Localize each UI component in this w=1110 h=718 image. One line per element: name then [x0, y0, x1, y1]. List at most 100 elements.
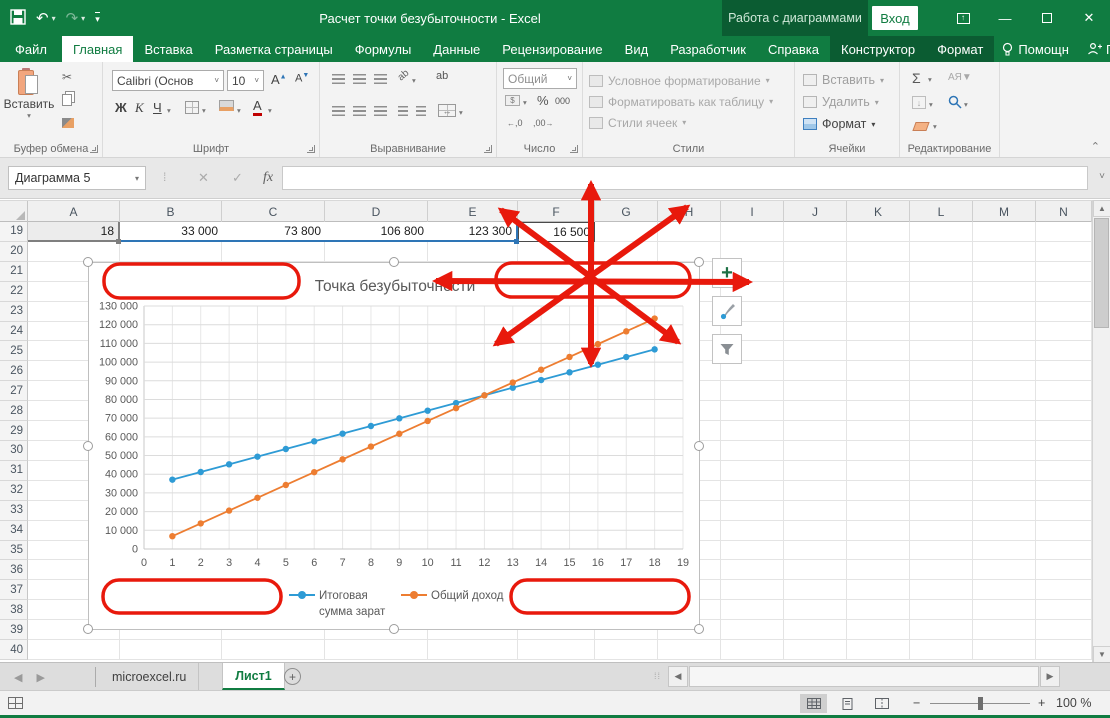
row-header-20[interactable]: 20 [0, 242, 28, 262]
insert-function-icon[interactable]: fx [263, 166, 273, 190]
align-top-icon[interactable] [332, 74, 345, 84]
sheet-tab-microexcel.ru[interactable]: microexcel.ru [100, 663, 199, 690]
row-header-24[interactable]: 24 [0, 322, 28, 342]
row-header-26[interactable]: 26 [0, 361, 28, 381]
cell-A19[interactable]: 18 [28, 222, 120, 242]
maximize-icon[interactable] [1026, 0, 1068, 36]
row-header-30[interactable]: 30 [0, 441, 28, 461]
orientation-icon[interactable]: ab [396, 68, 412, 84]
row-header-31[interactable]: 31 [0, 461, 28, 481]
fill-color-dropdown-icon[interactable]: ▾ [237, 106, 241, 115]
row-header-23[interactable]: 23 [0, 302, 28, 322]
align-center-icon[interactable] [353, 106, 366, 116]
redo-icon[interactable]: ↷ [66, 11, 79, 26]
row-header-34[interactable]: 34 [0, 521, 28, 541]
tab-Разработчик[interactable]: Разработчик [659, 36, 757, 62]
column-header-J[interactable]: J [784, 201, 847, 222]
row-header-22[interactable]: 22 [0, 282, 28, 302]
chart-handle-n[interactable] [389, 257, 399, 267]
select-all-corner[interactable] [0, 201, 28, 222]
styles-item[interactable]: Условное форматирование▾ [583, 70, 794, 91]
tab-Рецензирование[interactable]: Рецензирование [491, 36, 613, 62]
undo-dropdown-icon[interactable]: ▾ [52, 14, 56, 23]
zoom-out-icon[interactable]: − [913, 696, 920, 710]
scroll-up-icon[interactable]: ▲ [1093, 200, 1110, 217]
font-color-icon[interactable]: А [253, 99, 262, 116]
range-handle-blue[interactable] [514, 239, 519, 244]
borders-dropdown-icon[interactable]: ▾ [202, 106, 206, 115]
tab-Главная[interactable]: Главная [62, 36, 133, 62]
merge-dropdown-icon[interactable]: ▾ [459, 108, 463, 117]
expand-formula-bar-icon[interactable]: ˅ [1099, 171, 1105, 182]
name-box[interactable]: Диаграмма 5▾ [8, 166, 146, 190]
bold-button[interactable]: Ж [115, 100, 127, 115]
chart-handle-sw[interactable] [83, 624, 93, 634]
zoom-slider-thumb[interactable] [978, 697, 983, 710]
borders-icon[interactable] [185, 101, 199, 114]
orientation-dropdown-icon[interactable]: ▾ [412, 76, 416, 85]
column-header-D[interactable]: D [325, 201, 428, 222]
chart-elements-button[interactable]: + [712, 258, 742, 288]
new-sheet-button[interactable]: + [284, 668, 301, 685]
cell-E19[interactable]: 123 300 [428, 222, 518, 242]
hscroll-right-icon[interactable]: ▶ [1040, 666, 1060, 687]
column-header-G[interactable]: G [595, 201, 658, 222]
clipboard-dialog-launcher[interactable] [90, 145, 98, 153]
row-header-37[interactable]: 37 [0, 580, 28, 600]
normal-view-button[interactable] [800, 694, 827, 713]
page-break-view-button[interactable] [868, 694, 895, 713]
horizontal-scrollbar[interactable] [689, 666, 1039, 687]
row-header-32[interactable]: 32 [0, 481, 28, 501]
close-icon[interactable]: ✕ [1068, 0, 1110, 36]
clear-icon[interactable] [912, 122, 929, 131]
row-header-19[interactable]: 19 [0, 222, 28, 242]
chart-filters-button[interactable] [712, 334, 742, 364]
number-dialog-launcher[interactable] [570, 145, 578, 153]
chart-handle-s[interactable] [389, 624, 399, 634]
underline-button[interactable]: Ч [153, 100, 162, 115]
column-header-C[interactable]: C [222, 201, 325, 222]
chart-handle-w[interactable] [83, 441, 93, 451]
zoom-in-icon[interactable]: + [1038, 696, 1045, 710]
comma-style-icon[interactable]: 000 [555, 96, 570, 106]
scroll-down-icon[interactable]: ▼ [1093, 646, 1110, 663]
chart-handle-se[interactable] [694, 624, 704, 634]
vertical-scroll-thumb[interactable] [1094, 218, 1109, 328]
accounting-format-icon[interactable]: $ [505, 95, 520, 106]
decrease-decimal-icon[interactable]: ,00→ [533, 118, 554, 128]
column-header-H[interactable]: H [658, 201, 721, 222]
alignment-dialog-launcher[interactable] [484, 145, 492, 153]
cut-icon[interactable]: ✂ [62, 71, 72, 83]
assistant-tab[interactable]: Помощн [994, 42, 1076, 57]
tab-Справка[interactable]: Справка [757, 36, 830, 62]
cells-item[interactable]: Удалить▾ [795, 91, 899, 113]
column-header-M[interactable]: M [973, 201, 1036, 222]
cell-D19[interactable]: 106 800 [325, 222, 428, 242]
sign-in-button[interactable]: Вход [872, 6, 918, 30]
sort-filter-icon[interactable]: АЯ▼ [948, 72, 972, 83]
fill-color-icon[interactable] [219, 100, 234, 111]
column-header-A[interactable]: A [28, 201, 120, 222]
row-header-29[interactable]: 29 [0, 421, 28, 441]
save-icon[interactable] [10, 9, 26, 28]
align-bottom-icon[interactable] [374, 74, 387, 84]
format-painter-icon[interactable] [62, 118, 74, 128]
name-box-dropdown-icon[interactable]: ▾ [135, 174, 139, 183]
tab-Вставка[interactable]: Вставка [133, 36, 203, 62]
formula-bar-grip[interactable]: ⁞ [163, 170, 167, 184]
collapse-ribbon-icon[interactable]: ⌃ [1091, 140, 1100, 153]
column-header-N[interactable]: N [1036, 201, 1092, 222]
increase-indent-icon[interactable] [416, 106, 426, 116]
tab-Разметка страницы[interactable]: Разметка страницы [204, 36, 344, 62]
align-right-icon[interactable] [374, 106, 387, 116]
share-tab[interactable]: Поделиться [1080, 42, 1110, 57]
sheet-nav-left-icon[interactable]: ◀ [14, 671, 22, 684]
tab-Формулы[interactable]: Формулы [344, 36, 423, 62]
cell-F19[interactable]: 16 500 [518, 222, 595, 242]
column-header-I[interactable]: I [721, 201, 784, 222]
fill-down-icon[interactable]: ↓ [912, 96, 926, 109]
vertical-scrollbar[interactable]: ▲ ▼ [1092, 200, 1110, 664]
clear-dropdown-icon[interactable]: ▾ [933, 122, 937, 131]
decrease-indent-icon[interactable] [398, 106, 408, 116]
enter-icon[interactable]: ✓ [232, 166, 243, 190]
